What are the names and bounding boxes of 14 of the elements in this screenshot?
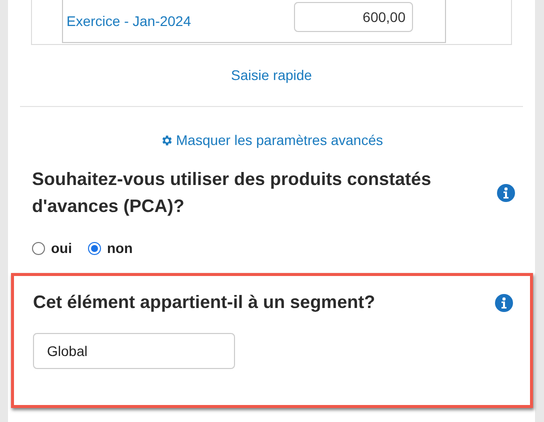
period-label: Exercice - Jan-2024 [66,13,192,29]
radio-button[interactable] [32,242,45,254]
quick-entry-link[interactable]: Saisie rapide [231,67,312,83]
amount-field[interactable]: 600,00 [294,2,412,32]
radio-option[interactable]: oui [32,240,72,256]
question-text: Souhaitez-vous utiliser des produits constatés d'avances (PCA)? [32,168,432,218]
radio-button[interactable] [88,242,101,254]
segment-field[interactable]: Global [33,333,235,369]
advanced-settings-link[interactable]: Masquer les paramètres avancés [160,132,383,148]
question-text: Cet élément appartient-il à un segment? [33,292,376,313]
info-icon[interactable] [495,294,513,312]
gear-icon [160,134,173,146]
radio-option[interactable]: non [88,240,133,256]
info-icon[interactable] [497,184,515,202]
